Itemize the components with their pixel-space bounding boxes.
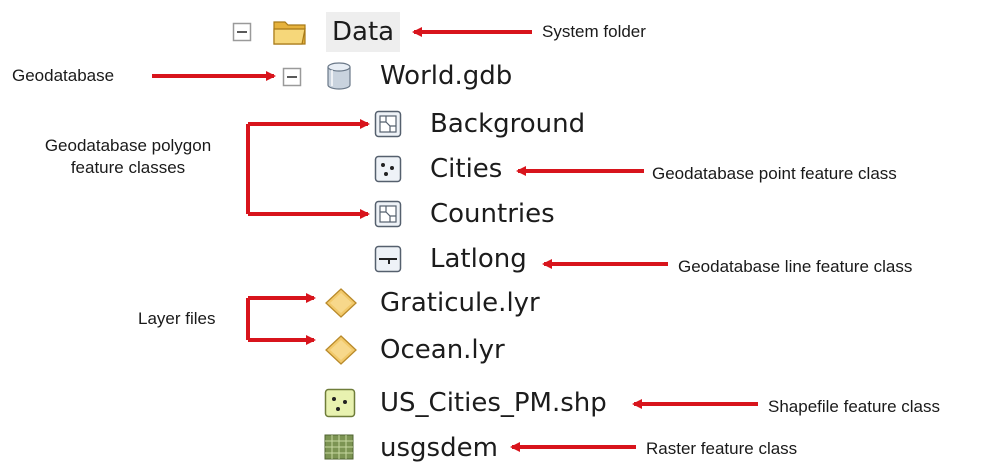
- diagram: Data World.gdb Background Cities Countri…: [0, 0, 990, 463]
- annotation-arrows: [152, 27, 758, 452]
